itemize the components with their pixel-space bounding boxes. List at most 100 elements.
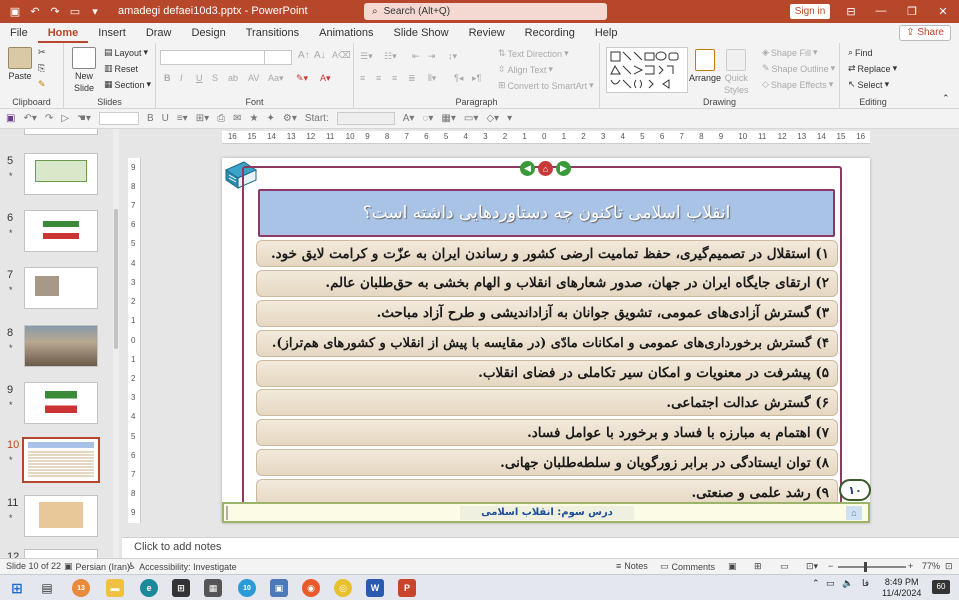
font-size-select[interactable] bbox=[264, 50, 292, 65]
from-beginning-icon[interactable]: ▷ bbox=[61, 113, 69, 124]
font-color-icon[interactable]: A▾ bbox=[320, 73, 331, 84]
clear-format-icon[interactable]: A⌫ bbox=[332, 50, 351, 61]
thumbnail-slide-6[interactable]: 6 * bbox=[0, 210, 117, 260]
store-icon[interactable]: ⊞ bbox=[172, 579, 190, 597]
italic-icon[interactable]: I bbox=[180, 73, 183, 83]
tray-chevron-icon[interactable]: ⌃ bbox=[812, 578, 820, 589]
telegram-icon[interactable]: 10 bbox=[238, 579, 256, 597]
fit-slide-icon[interactable]: ⊡ bbox=[945, 561, 953, 572]
sign-in-button[interactable]: Sign in bbox=[790, 4, 830, 19]
normal-view-icon[interactable]: ▣ bbox=[728, 561, 737, 572]
home-icon[interactable]: ⌂ bbox=[846, 506, 862, 520]
find-button[interactable]: ⌕ Find bbox=[848, 47, 873, 58]
shape-fill-button[interactable]: ◈ Shape Fill ▾ bbox=[762, 47, 817, 58]
select-button[interactable]: ↖ Select ▾ bbox=[848, 79, 889, 90]
customize-icon[interactable]: ▾ bbox=[507, 113, 512, 124]
table-icon[interactable]: ▦▾ bbox=[441, 113, 455, 124]
start-select[interactable] bbox=[336, 112, 395, 125]
notes-pane[interactable]: Click to add notes bbox=[122, 537, 959, 558]
powerpoint-icon[interactable]: P bbox=[398, 579, 416, 597]
columns-icon[interactable]: ⫴▾ bbox=[428, 73, 436, 84]
network-icon[interactable]: ▭ bbox=[826, 578, 835, 589]
slide-headline[interactable]: انقلاب اسلامی تاکنون چه دستاوردهایی داشت… bbox=[258, 189, 835, 237]
new-slide-button[interactable]: New Slide bbox=[72, 47, 96, 93]
paste-button[interactable]: Paste bbox=[8, 47, 32, 81]
list-item[interactable]: ۵) پیشرفت در معنویات و امکان سیر تکاملی … bbox=[256, 359, 838, 387]
font-size-box[interactable] bbox=[98, 112, 139, 125]
list-item[interactable]: ۳) گسترش آزادی‌های عمومی، تشویق جوانان ب… bbox=[256, 299, 838, 327]
text-direction-button[interactable]: ⇅ Text Direction ▾ bbox=[498, 48, 569, 59]
justify-icon[interactable]: ≣ bbox=[408, 73, 416, 84]
file-explorer-icon[interactable]: ▬ bbox=[106, 579, 124, 597]
tab-review[interactable]: Review bbox=[459, 23, 515, 43]
arrow-left-icon[interactable]: ◀ bbox=[520, 161, 535, 176]
ribbon-display-icon[interactable]: ⊟ bbox=[842, 3, 860, 19]
tab-slide-show[interactable]: Slide Show bbox=[384, 23, 459, 43]
autosave-icon[interactable]: ▣ bbox=[8, 5, 22, 19]
maximize-button[interactable]: ❐ bbox=[903, 3, 921, 19]
calculator-icon[interactable]: ▦ bbox=[204, 579, 222, 597]
comments-toggle[interactable]: ▭ Comments bbox=[660, 561, 715, 572]
notification-badge[interactable]: 60 bbox=[932, 580, 950, 594]
increase-indent-icon[interactable]: ⇥ bbox=[428, 51, 436, 62]
thumbnail-slide-7[interactable]: 7 * bbox=[0, 267, 117, 317]
thumbnail-scrollbar[interactable] bbox=[113, 129, 119, 558]
star-icon[interactable]: ★ bbox=[250, 113, 259, 124]
underline-icon[interactable]: U bbox=[196, 73, 203, 83]
copy-icon[interactable]: ⎘ bbox=[38, 63, 45, 74]
replace-button[interactable]: ⇄ Replace ▾ bbox=[848, 63, 897, 74]
control-panel-icon[interactable]: ▣ bbox=[270, 579, 288, 597]
tab-insert[interactable]: Insert bbox=[88, 23, 136, 43]
ltr-icon[interactable]: ▸¶ bbox=[472, 73, 481, 84]
font-color-icon[interactable]: A▾ bbox=[403, 113, 415, 124]
quick-styles-button[interactable]: Quick Styles bbox=[724, 49, 749, 95]
redo-icon[interactable]: ↷ bbox=[48, 5, 62, 19]
collapse-ribbon-icon[interactable]: ⌃ bbox=[942, 93, 950, 104]
change-case-icon[interactable]: Aa▾ bbox=[268, 73, 284, 84]
tab-recording[interactable]: Recording bbox=[515, 23, 585, 43]
firefox-icon[interactable]: ◉ bbox=[302, 579, 320, 597]
arrange-icon[interactable]: ⊞▾ bbox=[196, 113, 209, 124]
volume-icon[interactable]: 🔈 bbox=[842, 578, 853, 589]
reading-view-icon[interactable]: ▭ bbox=[780, 561, 789, 572]
keyboard-language[interactable]: فا bbox=[862, 578, 869, 589]
arrow-right-icon[interactable]: ▶ bbox=[556, 161, 571, 176]
spacing-icon[interactable]: AV bbox=[248, 73, 259, 83]
comment-icon[interactable]: ✉ bbox=[233, 113, 241, 124]
search-box[interactable]: ⌕ Search (Alt+Q) bbox=[364, 3, 607, 20]
cut-icon[interactable]: ✂ bbox=[38, 47, 46, 58]
shapes-gallery[interactable] bbox=[606, 47, 688, 93]
rtl-icon[interactable]: ¶◂ bbox=[454, 73, 463, 84]
list-item[interactable]: ۱) استقلال در تصمیم‌گیری، حفظ تمامیت ارض… bbox=[256, 240, 838, 267]
thumbnail-slide-8[interactable]: 8 * bbox=[0, 325, 117, 375]
slide-canvas[interactable]: ◀ ⌂ ▶ انقلاب اسلامی تاکنون چه دستاوردهای… bbox=[222, 158, 871, 523]
share-button[interactable]: ⇪ Share bbox=[899, 25, 951, 41]
tab-design[interactable]: Design bbox=[181, 23, 235, 43]
thumbnail-slide-10[interactable]: 10 * bbox=[0, 437, 117, 487]
bullets-icon[interactable]: ☰▾ bbox=[360, 51, 373, 62]
shape-effects-button[interactable]: ◇ Shape Effects ▾ bbox=[762, 79, 833, 90]
notes-toggle[interactable]: ≡ Notes bbox=[616, 561, 648, 571]
shapes-icon[interactable]: ◇▾ bbox=[486, 113, 499, 124]
shadow-icon[interactable]: S bbox=[212, 73, 218, 83]
strikethrough-icon[interactable]: ab bbox=[228, 73, 238, 83]
shape-icon[interactable]: ◌▾ bbox=[422, 113, 433, 124]
thumbnail-slide-5[interactable]: 5 * bbox=[0, 153, 117, 203]
redo-icon[interactable]: ↷ bbox=[45, 113, 53, 124]
thumbnail-slide-9[interactable]: 9 * bbox=[0, 382, 117, 432]
word-icon[interactable]: W bbox=[366, 579, 384, 597]
undo-icon[interactable]: ↶▾ bbox=[23, 113, 36, 124]
layout-button[interactable]: ▤ Layout ▾ bbox=[104, 47, 148, 58]
windows-start-icon[interactable]: ⊞ bbox=[8, 579, 26, 597]
align-center-icon[interactable]: ≡ bbox=[376, 73, 381, 83]
tab-draw[interactable]: Draw bbox=[136, 23, 182, 43]
align-right-icon[interactable]: ≡ bbox=[392, 73, 397, 83]
zoom-out-icon[interactable]: − bbox=[828, 561, 833, 571]
chrome-icon[interactable]: ◎ bbox=[334, 579, 352, 597]
underline-icon[interactable]: U bbox=[162, 113, 169, 124]
animation-icon[interactable]: ✦ bbox=[266, 113, 274, 124]
tab-help[interactable]: Help bbox=[585, 23, 628, 43]
present-icon[interactable]: ▭ bbox=[68, 5, 82, 19]
zoom-slider-thumb[interactable] bbox=[864, 562, 867, 572]
save-icon[interactable]: ▣ bbox=[6, 113, 15, 124]
